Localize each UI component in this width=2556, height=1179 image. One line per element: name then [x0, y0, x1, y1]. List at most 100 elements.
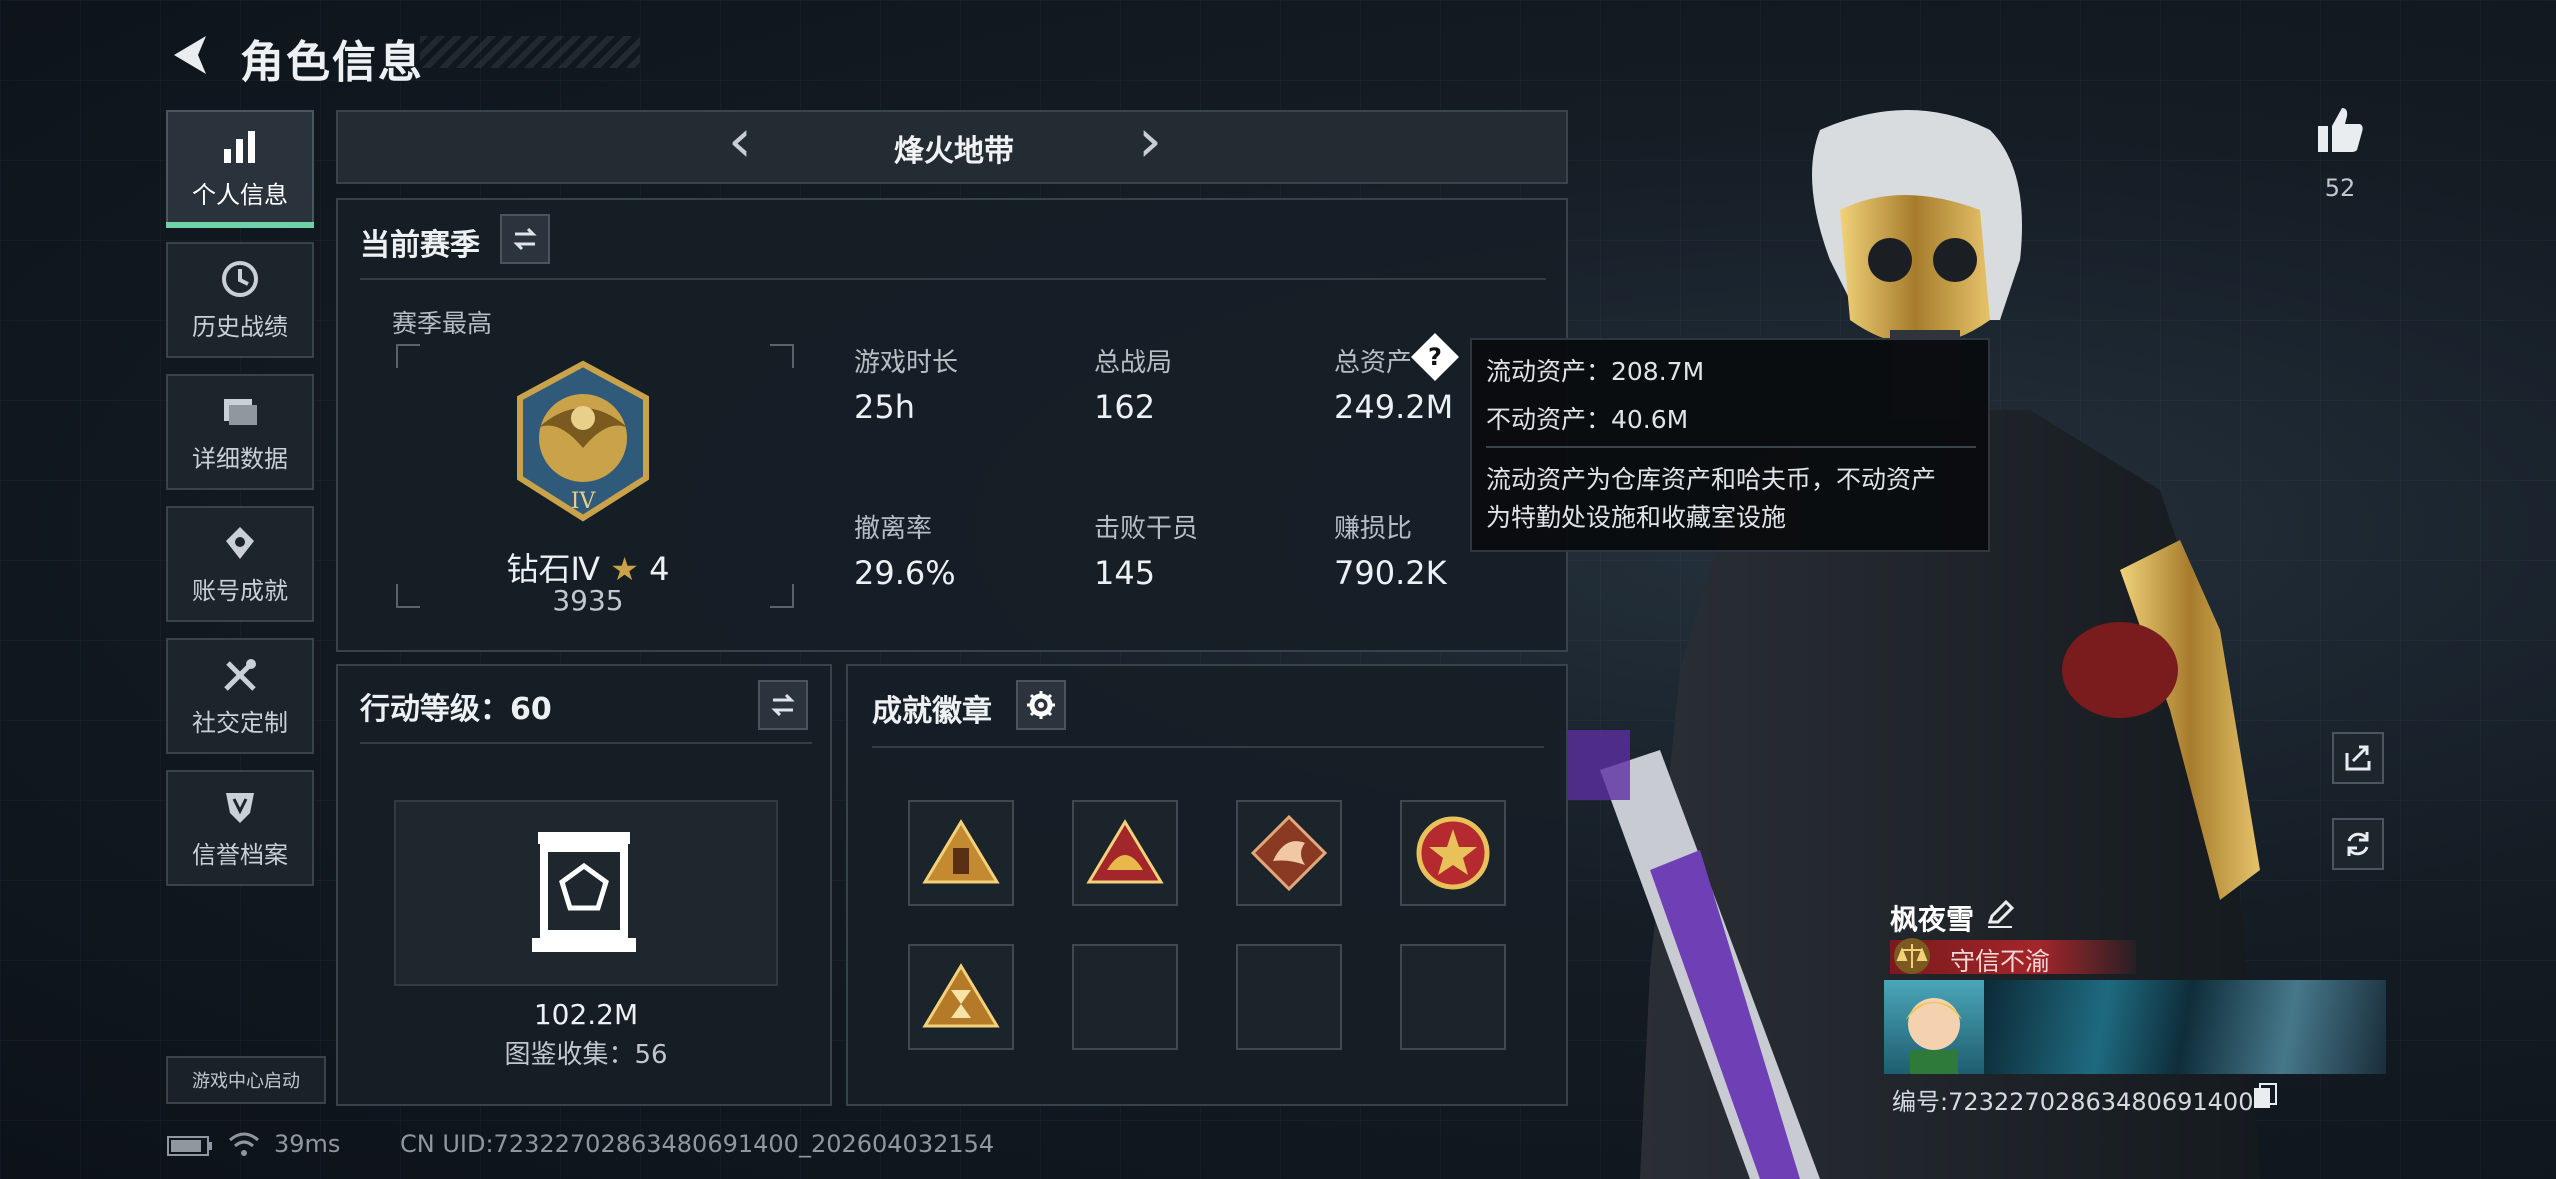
- battery-icon: [167, 1136, 212, 1156]
- sidebar-item-label: 账号成就: [192, 576, 288, 605]
- stat-value: 145: [1094, 554, 1156, 592]
- rank-emblem-icon: IV: [517, 360, 649, 522]
- refresh-button[interactable]: [2332, 818, 2384, 870]
- clock-icon: [222, 260, 258, 297]
- bar-chart-icon: [224, 130, 255, 163]
- badge-dragon-icon: [1250, 814, 1328, 892]
- section-title: 当前赛季: [360, 228, 480, 263]
- sidebar-item-label: 信誉档案: [192, 840, 288, 869]
- frame-corner: [770, 344, 794, 368]
- back-arrow-icon[interactable]: [166, 30, 216, 80]
- svg-text:IV: IV: [571, 489, 597, 514]
- season-switch-button[interactable]: [500, 214, 550, 264]
- stat-label: 游戏时长: [854, 348, 959, 378]
- divider: [360, 278, 1546, 280]
- player-title-text: 守信不渝: [1950, 947, 2051, 976]
- frame-corner: [396, 344, 420, 368]
- badge-slot-empty[interactable]: [1400, 944, 1506, 1050]
- collection-case-icon: [532, 832, 636, 952]
- copy-icon[interactable]: [2252, 1082, 2278, 1110]
- game-center-launch-badge[interactable]: 游戏中心启动: [166, 1056, 326, 1104]
- refresh-icon: [2347, 832, 2369, 856]
- gear-icon: [1027, 691, 1055, 719]
- sidebar-item-history[interactable]: 历史战绩: [166, 242, 314, 358]
- stat-value: 162: [1094, 388, 1156, 426]
- swap-icon: [513, 227, 537, 251]
- shield-icon: [226, 792, 254, 823]
- badge-slot[interactable]: [1072, 800, 1178, 906]
- sidebar-item-label: 个人信息: [192, 180, 288, 209]
- sidebar-item-social-customize[interactable]: 社交定制: [166, 638, 314, 754]
- sidebar-item-detailed-data[interactable]: 详细数据: [166, 374, 314, 490]
- sidebar-item-label: 社交定制: [192, 708, 288, 737]
- edit-icon[interactable]: [1984, 898, 2016, 930]
- tooltip-fixed-assets: 不动资产：40.6M: [1486, 405, 1689, 434]
- share-icon: [2345, 745, 2371, 771]
- launch-label: 游戏中心启动: [192, 1071, 300, 1092]
- rank-name: 钻石Ⅳ: [506, 550, 601, 588]
- action-level-panel: 行动等级：60 102.2M 图鉴收集：56: [336, 664, 832, 1106]
- next-mode-chevron-icon[interactable]: ›: [1138, 106, 1162, 176]
- like-count: 52: [2324, 174, 2356, 202]
- stat-value: 790.2K: [1334, 554, 1447, 592]
- stat-value: 249.2M: [1334, 388, 1454, 426]
- achievement-badges-panel: 成就徽章: [846, 664, 1568, 1106]
- sidebar-item-label: 详细数据: [192, 444, 288, 473]
- title-scale-icon: [1894, 938, 1930, 974]
- active-tab-indicator: [166, 222, 314, 228]
- achievement-icon: [226, 526, 254, 559]
- stat-value: 25h: [854, 388, 915, 426]
- rank-stars: 4: [649, 550, 670, 588]
- mode-selector: ‹ 烽火地带 ›: [336, 106, 1568, 184]
- badge-slot[interactable]: [1236, 800, 1342, 906]
- sidebar-item-achievements[interactable]: 账号成就: [166, 506, 314, 622]
- player-name: 枫夜雪: [1890, 903, 1975, 936]
- frame-corner: [396, 584, 420, 608]
- frame-corner: [770, 584, 794, 608]
- sidebar-item-personal-info[interactable]: 个人信息: [166, 110, 314, 226]
- sidebar-item-label: 历史战绩: [192, 312, 288, 341]
- badges-settings-button[interactable]: [1016, 680, 1066, 730]
- badges-title: 成就徽章: [872, 694, 992, 729]
- help-icon[interactable]: ?: [1410, 332, 1460, 382]
- badge-triangle-gold-icon: [922, 819, 1000, 884]
- divider: [1486, 446, 1976, 448]
- title-decoration: [420, 36, 640, 68]
- folder-icon: [224, 398, 257, 425]
- share-button[interactable]: [2332, 732, 2384, 784]
- divider: [360, 742, 812, 744]
- wifi-icon: [229, 1132, 259, 1156]
- badge-slot-empty[interactable]: [1072, 944, 1178, 1050]
- badge-triangle-helmet-icon: [1086, 819, 1164, 884]
- badge-slot-empty[interactable]: [1236, 944, 1342, 1050]
- tooltip-liquid-assets: 流动资产：208.7M: [1486, 357, 1705, 386]
- star-icon: ★: [610, 550, 639, 588]
- badge-slot[interactable]: [1400, 800, 1506, 906]
- profile-banner[interactable]: [1984, 980, 2386, 1074]
- like-icon[interactable]: [2314, 104, 2366, 156]
- stat-label: 击败干员: [1094, 514, 1199, 544]
- collection-display[interactable]: [394, 800, 778, 986]
- stat-label: 总战局: [1094, 348, 1173, 378]
- sidebar-item-credit-record[interactable]: 信誉档案: [166, 770, 314, 886]
- page-title: 角色信息: [240, 37, 424, 88]
- stat-value: 29.6%: [854, 554, 956, 592]
- current-season-panel: 当前赛季 赛季最高 IV 钻石Ⅳ ★ 4 3935 游戏时长 25h 总战局 1…: [336, 198, 1568, 652]
- stat-label: 撤离率: [854, 514, 933, 544]
- uid-text: CN UID:7232270286348069140​0_20260403215…: [400, 1130, 995, 1158]
- tools-icon: [224, 658, 256, 691]
- action-level-switch-button[interactable]: [758, 680, 808, 730]
- avatar[interactable]: [1884, 980, 1984, 1074]
- player-id: 编号:7232270286348069140​0: [1892, 1088, 2254, 1116]
- badge-star-round-icon: [1416, 816, 1490, 890]
- divider: [872, 746, 1544, 748]
- badge-slot[interactable]: [908, 944, 1014, 1050]
- stat-label: 赚损比: [1334, 514, 1413, 544]
- season-best-label: 赛季最高: [392, 309, 493, 338]
- assets-tooltip: 流动资产：208.7M 不动资产：40.6M 流动资产为仓库资产和哈夫币，不动资…: [1470, 338, 1990, 552]
- rank-score: 3935: [552, 584, 624, 617]
- collection-label: 图鉴收集：56: [504, 1040, 668, 1070]
- action-level-title: 行动等级：60: [360, 692, 552, 727]
- badge-slot[interactable]: [908, 800, 1014, 906]
- badge-triangle-hourglass-icon: [922, 963, 1000, 1028]
